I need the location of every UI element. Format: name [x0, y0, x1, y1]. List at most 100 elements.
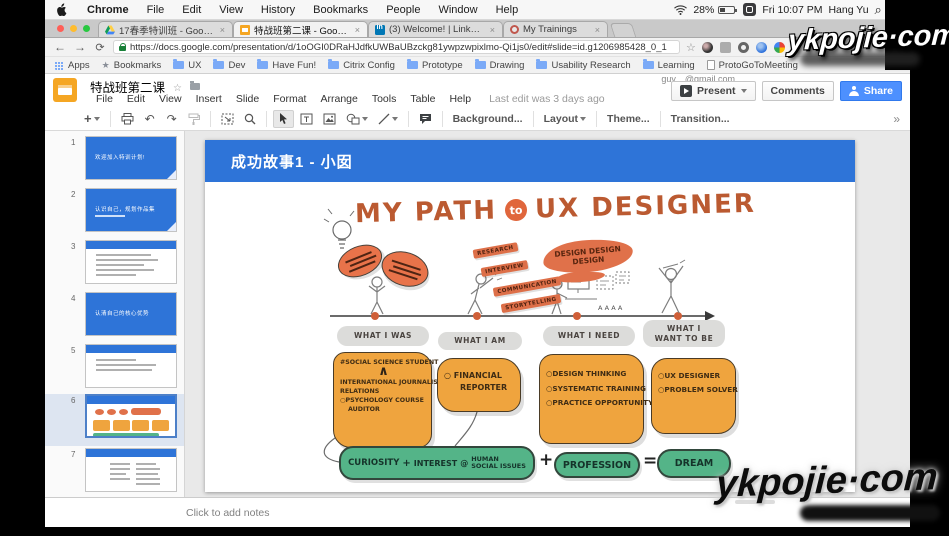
bookmark-folder-drawing[interactable]: Drawing — [475, 60, 525, 71]
tab-google-slides-active[interactable]: 特战班第二课 - Google Sli × — [233, 21, 368, 37]
transition-button[interactable]: Transition... — [667, 110, 734, 128]
slide-thumbnail-5[interactable] — [85, 344, 177, 388]
bookmark-folder-citrix-config[interactable]: Citrix Config — [328, 60, 395, 71]
tab-linkedin[interactable]: (3) Welcome! | LinkedIn × — [368, 21, 503, 37]
zoom-window-button[interactable] — [83, 25, 90, 32]
spotlight-search-icon[interactable] — [875, 2, 882, 18]
extension-icon[interactable] — [720, 42, 731, 53]
apple-icon[interactable] — [57, 3, 68, 16]
slide-thumbnail-6-current[interactable] — [85, 394, 177, 438]
slide-canvas-area[interactable]: 成功故事1 - 小囡 — [185, 131, 910, 497]
back-button[interactable] — [53, 40, 67, 54]
menu-table[interactable]: Table — [404, 93, 441, 105]
menu-edit[interactable]: Edit — [121, 93, 151, 105]
slide-body[interactable]: MY PATH to UX DESIGNER RESEARCH — [205, 182, 855, 492]
menubar-item-window[interactable]: Window — [429, 4, 486, 16]
menubar-user[interactable]: Hang Yu — [828, 4, 868, 16]
globe-extension-icon[interactable] — [756, 42, 767, 53]
tab-close-icon[interactable]: × — [354, 25, 361, 35]
address-bar[interactable]: https://docs.google.com/presentation/d/1… — [113, 40, 680, 54]
tab-my-trainings[interactable]: My Trainings × — [503, 21, 608, 37]
bookmark-folder-prototype[interactable]: Prototype — [407, 60, 463, 71]
menu-format[interactable]: Format — [267, 93, 312, 105]
bookmark-bookmarks[interactable]: Bookmarks — [102, 60, 162, 71]
menubar-item-bookmarks[interactable]: Bookmarks — [304, 4, 377, 16]
menubar-item-people[interactable]: People — [377, 4, 429, 16]
bookmark-folder-have-fun[interactable]: Have Fun! — [257, 60, 316, 71]
slide-thumbnail-4[interactable]: 认清自己的核心优势 — [85, 292, 177, 336]
slide-thumbnail-7[interactable] — [85, 448, 177, 492]
menu-help[interactable]: Help — [443, 93, 477, 105]
menubar-clock[interactable]: Fri 10:07 PM — [762, 4, 822, 16]
extension-avatar-icon[interactable] — [702, 42, 713, 53]
menu-arrange[interactable]: Arrange — [314, 93, 363, 105]
menubar-item-file[interactable]: File — [138, 4, 174, 16]
move-to-folder-icon[interactable] — [190, 83, 200, 90]
notes-placeholder[interactable]: Click to add notes — [186, 507, 269, 519]
slide-thumbnail-row[interactable]: 7 — [45, 448, 185, 497]
menubar-item-edit[interactable]: Edit — [173, 4, 210, 16]
menu-view[interactable]: View — [153, 93, 188, 105]
close-window-button[interactable] — [57, 25, 64, 32]
bookmark-folder-ux[interactable]: UX — [173, 60, 201, 71]
slide-title-bar[interactable]: 成功故事1 - 小囡 — [205, 140, 855, 182]
gear-extension-icon[interactable] — [738, 42, 749, 53]
present-button[interactable]: Present — [671, 81, 756, 101]
wifi-icon[interactable] — [674, 5, 687, 15]
screenshot-app-icon[interactable] — [743, 3, 756, 16]
tab-close-icon[interactable]: × — [489, 25, 496, 35]
secure-lock-icon[interactable] — [119, 43, 126, 51]
slide-thumbnail-row[interactable]: 1 欢迎加入特训计划! — [45, 136, 185, 186]
undo-button[interactable] — [140, 110, 160, 128]
slide-thumbnail-1[interactable]: 欢迎加入特训计划! — [85, 136, 177, 180]
new-tab-button[interactable] — [610, 23, 637, 37]
bookmark-folder-learning[interactable]: Learning — [643, 60, 695, 71]
insert-line-button[interactable] — [374, 110, 402, 128]
reload-button[interactable] — [93, 40, 107, 54]
menu-insert[interactable]: Insert — [190, 93, 228, 105]
bookmark-folder-usability-research[interactable]: Usability Research — [536, 60, 630, 71]
insert-shape-button[interactable] — [342, 110, 372, 128]
menubar-item-help[interactable]: Help — [487, 4, 528, 16]
background-button[interactable]: Background... — [449, 110, 527, 128]
tab-close-icon[interactable]: × — [219, 25, 226, 35]
text-box-button[interactable] — [296, 110, 317, 128]
slide-thumbnail-row[interactable]: 5 — [45, 344, 185, 394]
menubar-item-view[interactable]: View — [210, 4, 252, 16]
menubar-item-chrome[interactable]: Chrome — [78, 4, 138, 16]
toolbar-overflow-icon[interactable] — [893, 112, 898, 126]
slide-thumbnail-3[interactable] — [85, 240, 177, 284]
menubar-item-history[interactable]: History — [252, 4, 304, 16]
menu-slide[interactable]: Slide — [230, 93, 265, 105]
redo-button[interactable] — [162, 110, 182, 128]
pinwheel-extension-icon[interactable] — [774, 42, 785, 53]
zoom-fit-button[interactable] — [217, 110, 238, 128]
insert-comment-button[interactable] — [415, 110, 436, 128]
last-edit-status[interactable]: Last edit was 3 days ago — [479, 93, 605, 105]
google-slides-logo[interactable] — [53, 78, 77, 102]
minimize-window-button[interactable] — [70, 25, 77, 32]
zoom-button[interactable] — [240, 110, 260, 128]
url-text[interactable]: https://docs.google.com/presentation/d/1… — [130, 42, 667, 53]
forward-button[interactable] — [73, 40, 87, 54]
print-button[interactable] — [117, 110, 138, 128]
new-slide-button[interactable] — [80, 110, 104, 128]
tab-google-drive[interactable]: 17春季特训班 - Google Dr × — [98, 21, 233, 37]
bookmark-protogotomeeting[interactable]: ProtoGoToMeeting — [707, 60, 798, 71]
slide-thumbnail-row[interactable]: 2 认识自己，规划作品集 — [45, 188, 185, 238]
theme-button[interactable]: Theme... — [603, 110, 654, 128]
slide-thumbnail-row[interactable]: 4 认清自己的核心优势 — [45, 292, 185, 342]
paint-format-button[interactable] — [184, 110, 204, 128]
insert-image-button[interactable] — [319, 110, 340, 128]
slide-thumbnail-row-selected[interactable]: 6 — [45, 394, 185, 446]
battery-status[interactable]: 28% — [693, 4, 737, 16]
star-document-icon[interactable] — [173, 80, 182, 94]
slide-thumbnail-row[interactable]: 3 — [45, 240, 185, 290]
comments-button[interactable]: Comments — [762, 81, 834, 101]
menu-file[interactable]: File — [90, 93, 119, 105]
slide-thumbnail-2[interactable]: 认识自己，规划作品集 — [85, 188, 177, 232]
current-slide[interactable]: 成功故事1 - 小囡 — [205, 140, 855, 492]
bookmark-star-icon[interactable] — [686, 38, 696, 56]
bookmark-folder-dev[interactable]: Dev — [213, 60, 245, 71]
menu-tools[interactable]: Tools — [366, 93, 403, 105]
